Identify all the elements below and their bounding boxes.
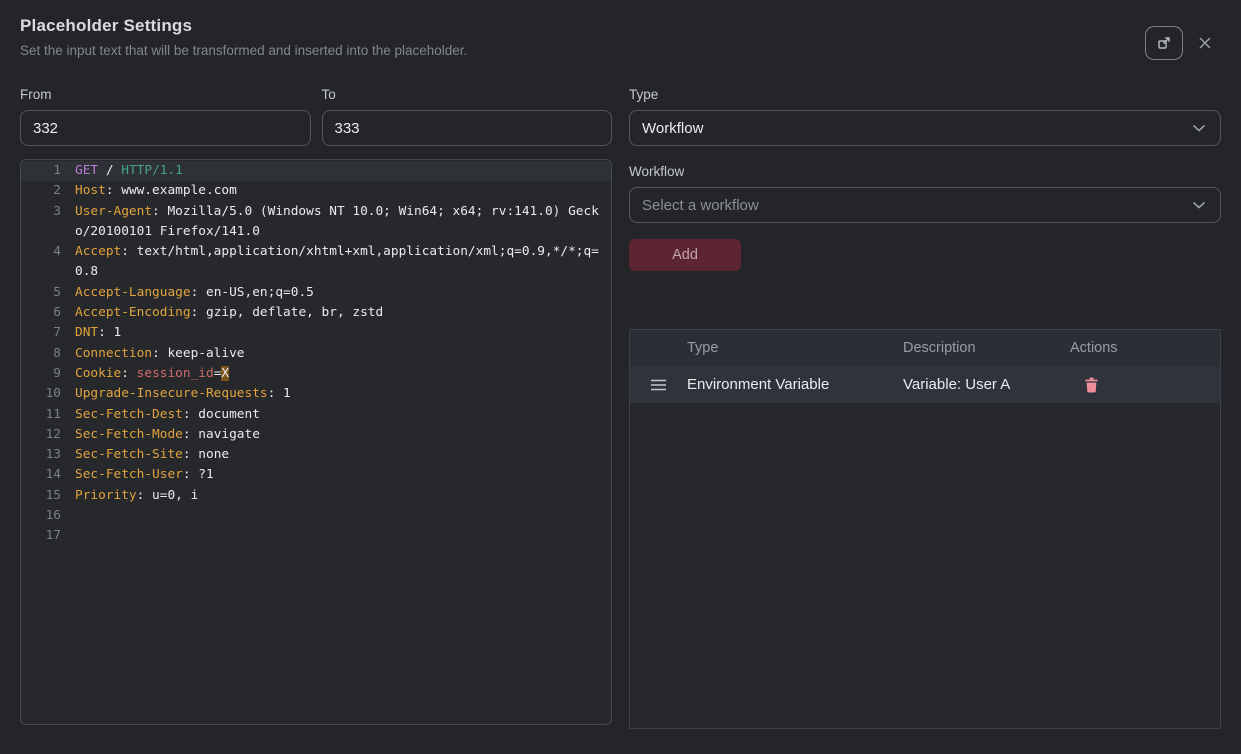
to-input[interactable] xyxy=(322,110,613,146)
code-line: 15 Priority: u=0, i xyxy=(21,486,611,506)
code-text xyxy=(61,526,75,546)
header-actions xyxy=(1145,26,1214,60)
close-icon xyxy=(1196,34,1214,52)
to-field-group: To xyxy=(322,87,613,146)
close-button[interactable] xyxy=(1196,34,1214,52)
line-number: 3 xyxy=(21,202,61,222)
code-line: 17 xyxy=(21,526,611,546)
code-line: 3 User-Agent: Mozilla/5.0 (Windows NT 10… xyxy=(21,202,611,222)
line-number: 9 xyxy=(21,364,61,384)
range-fields: From To xyxy=(20,87,612,146)
table-header-actions: Actions xyxy=(1070,340,1220,356)
expand-button[interactable] xyxy=(1145,26,1183,60)
page-title: Placeholder Settings xyxy=(20,16,1221,36)
code-text: Priority: u=0, i xyxy=(61,486,198,506)
placeholder-settings-dialog: Placeholder Settings Set the input text … xyxy=(0,0,1241,754)
table-header-type: Type xyxy=(687,340,903,356)
line-number xyxy=(21,222,61,242)
code-line: 11 Sec-Fetch-Dest: document xyxy=(21,405,611,425)
expand-icon xyxy=(1156,35,1172,51)
line-number xyxy=(21,262,61,282)
line-number: 17 xyxy=(21,526,61,546)
page-subtitle: Set the input text that will be transfor… xyxy=(20,43,1221,58)
line-number: 13 xyxy=(21,445,61,465)
code-text: Upgrade-Insecure-Requests: 1 xyxy=(61,384,291,404)
code-text: User-Agent: Mozilla/5.0 (Windows NT 10.0… xyxy=(61,202,599,222)
code-line: 8 Connection: keep-alive xyxy=(21,344,611,364)
table-cell-type: Environment Variable xyxy=(687,376,903,393)
line-number: 12 xyxy=(21,425,61,445)
code-line: 16 xyxy=(21,506,611,526)
line-number: 6 xyxy=(21,303,61,323)
type-select[interactable]: Workflow xyxy=(629,110,1221,146)
code-text: o/20100101 Firefox/141.0 xyxy=(61,222,260,242)
code-line: 12 Sec-Fetch-Mode: navigate xyxy=(21,425,611,445)
code-line: 7 DNT: 1 xyxy=(21,323,611,343)
table-header-description: Description xyxy=(903,340,1070,356)
table-row: Environment Variable Variable: User A xyxy=(630,366,1220,403)
code-text: DNT: 1 xyxy=(61,323,121,343)
left-column: From To 1 GET / HTTP/1.1 2 Host: www.exa… xyxy=(20,87,612,729)
dialog-content: From To 1 GET / HTTP/1.1 2 Host: www.exa… xyxy=(20,87,1221,729)
code-text: Cookie: session_id=X xyxy=(61,364,229,384)
dialog-header: Placeholder Settings Set the input text … xyxy=(20,16,1221,58)
code-line: 13 Sec-Fetch-Site: none xyxy=(21,445,611,465)
type-label: Type xyxy=(629,87,1221,102)
code-text: 0.8 xyxy=(61,262,98,282)
code-text: Sec-Fetch-User: ?1 xyxy=(61,465,214,485)
chevron-down-icon xyxy=(1192,201,1206,209)
code-text: Accept-Language: en-US,en;q=0.5 xyxy=(61,283,314,303)
line-number: 8 xyxy=(21,344,61,364)
to-label: To xyxy=(322,87,613,102)
right-column: Type Workflow Workflow Select a workflow xyxy=(629,87,1221,729)
trash-icon xyxy=(1084,377,1099,393)
code-editor[interactable]: 1 GET / HTTP/1.1 2 Host: www.example.com… xyxy=(20,159,612,725)
workflow-select[interactable]: Select a workflow xyxy=(629,187,1221,223)
code-line: 1 GET / HTTP/1.1 xyxy=(21,161,611,181)
from-field-group: From xyxy=(20,87,311,146)
code-text: Sec-Fetch-Dest: document xyxy=(61,405,260,425)
code-text: Host: www.example.com xyxy=(61,181,237,201)
code-text: Accept-Encoding: gzip, deflate, br, zstd xyxy=(61,303,383,323)
code-line: 14 Sec-Fetch-User: ?1 xyxy=(21,465,611,485)
from-input[interactable] xyxy=(20,110,311,146)
table-cell-description: Variable: User A xyxy=(903,376,1070,393)
line-number: 5 xyxy=(21,283,61,303)
line-number: 4 xyxy=(21,242,61,262)
add-button[interactable]: Add xyxy=(629,239,741,271)
code-line: o/20100101 Firefox/141.0 xyxy=(21,222,611,242)
code-line: 9 Cookie: session_id=X xyxy=(21,364,611,384)
code-line: 5 Accept-Language: en-US,en;q=0.5 xyxy=(21,283,611,303)
line-number: 7 xyxy=(21,323,61,343)
code-line: 10 Upgrade-Insecure-Requests: 1 xyxy=(21,384,611,404)
from-label: From xyxy=(20,87,311,102)
line-number: 15 xyxy=(21,486,61,506)
code-text: Connection: keep-alive xyxy=(61,344,245,364)
code-line: 0.8 xyxy=(21,262,611,282)
code-text: Sec-Fetch-Site: none xyxy=(61,445,229,465)
line-number: 11 xyxy=(21,405,61,425)
line-number: 14 xyxy=(21,465,61,485)
chevron-down-icon xyxy=(1192,124,1206,132)
drag-handle-icon[interactable] xyxy=(630,379,687,391)
line-number: 2 xyxy=(21,181,61,201)
code-text xyxy=(61,506,75,526)
code-text: Accept: text/html,application/xhtml+xml,… xyxy=(61,242,599,262)
line-number: 10 xyxy=(21,384,61,404)
workflow-label: Workflow xyxy=(629,164,1221,179)
placeholders-table: Type Description Actions Envir xyxy=(629,329,1221,729)
type-select-value: Workflow xyxy=(642,120,703,137)
delete-row-button[interactable] xyxy=(1084,377,1099,393)
table-body: Environment Variable Variable: User A xyxy=(630,366,1220,403)
code-line: 4 Accept: text/html,application/xhtml+xm… xyxy=(21,242,611,262)
table-header-row: Type Description Actions xyxy=(630,330,1220,366)
workflow-select-placeholder: Select a workflow xyxy=(642,197,759,214)
code-line: 2 Host: www.example.com xyxy=(21,181,611,201)
code-text: Sec-Fetch-Mode: navigate xyxy=(61,425,260,445)
code-text: GET / HTTP/1.1 xyxy=(61,161,183,181)
line-number: 16 xyxy=(21,506,61,526)
code-line: 6 Accept-Encoding: gzip, deflate, br, zs… xyxy=(21,303,611,323)
line-number: 1 xyxy=(21,161,61,181)
